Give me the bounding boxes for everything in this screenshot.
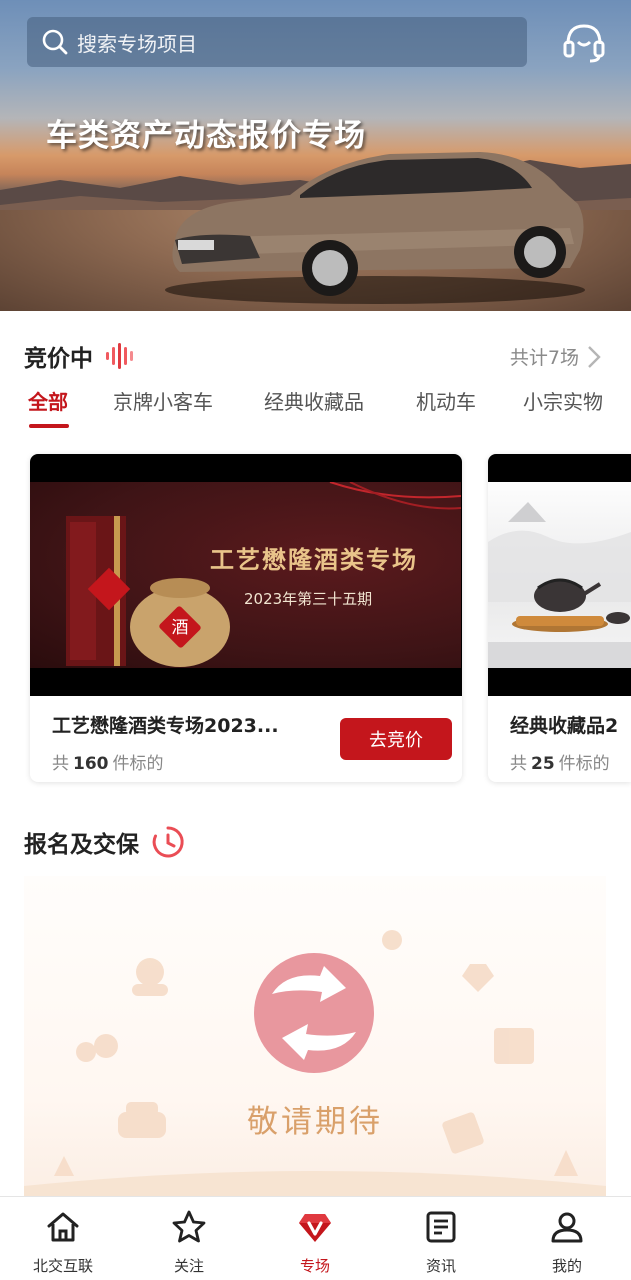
nav-profile[interactable]: 我的 (512, 1209, 622, 1277)
poster-subtitle: 2023年第三十五期 (244, 590, 373, 608)
chevron-right-icon (588, 345, 601, 368)
liquor-poster: 酒 工艺懋隆酒类专场 2023年第三十五期 (30, 482, 461, 668)
poster-badge: 酒 (172, 618, 189, 638)
bidding-title: 竞价中 (24, 346, 93, 372)
banner-title: 车类资产动态报价专场 (46, 118, 366, 154)
go-bid-button[interactable]: 去竞价 (340, 718, 452, 760)
coming-soon-text: 敬请期待 (247, 1104, 383, 1140)
star-icon (172, 1210, 206, 1243)
category-tabs: 全部 京牌小客车 经典收藏品 机动车 小宗实物 (0, 386, 631, 426)
search-input[interactable]: 搜索专场项目 (27, 17, 527, 67)
tab-beijing-plate-car[interactable]: 京牌小客车 (113, 386, 213, 415)
nav-news[interactable]: 资讯 (386, 1209, 496, 1277)
tab-small-items[interactable]: 小宗实物 (523, 386, 603, 415)
registration-section-header: 报名及交保 (24, 825, 185, 859)
clock-icon (152, 826, 184, 858)
headset-icon[interactable] (562, 20, 606, 64)
tab-all[interactable]: 全部 (28, 386, 68, 415)
nav-follow-label: 关注 (173, 1257, 204, 1275)
active-tab-indicator (29, 424, 69, 428)
total-sessions-link[interactable]: 共计7场 (510, 343, 601, 370)
registration-title: 报名及交保 (24, 832, 139, 858)
card-image: 酒 工艺懋隆酒类专场 2023年第三十五期 (30, 454, 462, 696)
search-icon (42, 29, 68, 55)
gem-v-icon (299, 1214, 331, 1242)
bottom-navigation: 北交互联 关注 专场 资讯 我的 (0, 1196, 631, 1280)
car-image (165, 152, 585, 304)
card-title: 经典收藏品2 (510, 715, 619, 737)
nav-home-label: 北交互联 (32, 1257, 93, 1275)
nav-sessions-label: 专场 (299, 1257, 330, 1275)
card-item-count: 共 160 件标的 (52, 754, 164, 774)
search-placeholder: 搜索专场项目 (77, 31, 197, 56)
nav-news-label: 资讯 (425, 1257, 456, 1275)
teapot-poster (488, 482, 631, 668)
coming-soon-placeholder: 敬请期待 (24, 876, 606, 1196)
user-icon (551, 1212, 583, 1243)
nav-home[interactable]: 北交互联 (8, 1209, 118, 1277)
card-item-count: 共 25 件标的 (510, 754, 610, 774)
auction-card[interactable]: 酒 工艺懋隆酒类专场 2023年第三十五期 工艺懋隆酒类专场2023... 共1… (30, 454, 462, 782)
sound-wave-icon (106, 343, 133, 369)
total-sessions-label: 共计7场 (509, 347, 579, 369)
bidding-section-header: 竞价中 (24, 339, 139, 373)
news-icon (426, 1211, 456, 1243)
tab-motor-vehicle[interactable]: 机动车 (416, 386, 476, 415)
poster-title: 工艺懋隆酒类专场 (210, 546, 418, 574)
card-title: 工艺懋隆酒类专场2023... (52, 715, 279, 737)
auction-card[interactable]: 经典收藏品2 共 25 件标的 (488, 454, 631, 782)
tab-classic-collectibles[interactable]: 经典收藏品 (264, 386, 364, 415)
nav-sessions[interactable]: 专场 (260, 1209, 370, 1277)
nav-profile-label: 我的 (551, 1257, 582, 1275)
coming-soon-illustration (24, 930, 606, 1196)
home-icon (47, 1212, 79, 1242)
card-image (488, 454, 631, 696)
nav-follow[interactable]: 关注 (134, 1209, 244, 1277)
